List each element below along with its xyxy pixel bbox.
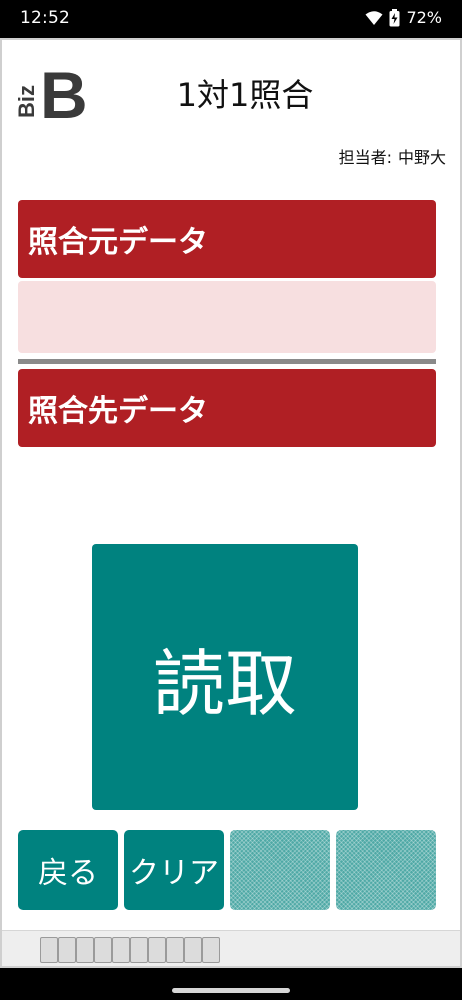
navigation-bar (0, 968, 462, 1000)
bottom-tray (2, 930, 460, 966)
status-time: 12:52 (20, 8, 70, 28)
tray-slot (130, 937, 148, 963)
tray-slot (40, 937, 58, 963)
back-button[interactable]: 戻る (18, 830, 118, 910)
tray-slot (112, 937, 130, 963)
blank-button-2 (336, 830, 436, 910)
battery-charging-icon (389, 8, 400, 27)
battery-percent: 72% (406, 8, 442, 27)
tray-slot (202, 937, 220, 963)
status-icons: 72% (365, 8, 442, 27)
home-gesture-handle[interactable] (172, 988, 290, 993)
operator-name: 中野大 (397, 148, 446, 167)
blank-button-1 (230, 830, 330, 910)
target-data-header: 照合先データ (18, 369, 436, 447)
wifi-icon (365, 10, 383, 26)
tray-slot (76, 937, 94, 963)
app-window: Biz B 1対1照合 担当者: 中野大 照合元データ 照合先データ 読取 戻る… (0, 38, 462, 968)
section-divider (18, 359, 436, 364)
tray-slot (94, 937, 112, 963)
scan-button[interactable]: 読取 (92, 544, 358, 810)
svg-text:B: B (40, 62, 88, 122)
tray-slot (148, 937, 166, 963)
tray-slots (40, 937, 220, 963)
bizb-logo: Biz B (14, 58, 94, 132)
tray-slot (58, 937, 76, 963)
tray-slot (166, 937, 184, 963)
clear-button[interactable]: クリア (124, 830, 224, 910)
source-data-header: 照合元データ (18, 200, 436, 278)
page-title: 1対1照合 (176, 76, 314, 114)
operator-label: 担当者: (338, 148, 392, 167)
tray-slot (184, 937, 202, 963)
status-bar: 12:52 72% (0, 0, 462, 38)
svg-text:Biz: Biz (16, 85, 39, 118)
operator-info: 担当者: 中野大 (339, 144, 446, 168)
source-data-field (18, 281, 436, 353)
